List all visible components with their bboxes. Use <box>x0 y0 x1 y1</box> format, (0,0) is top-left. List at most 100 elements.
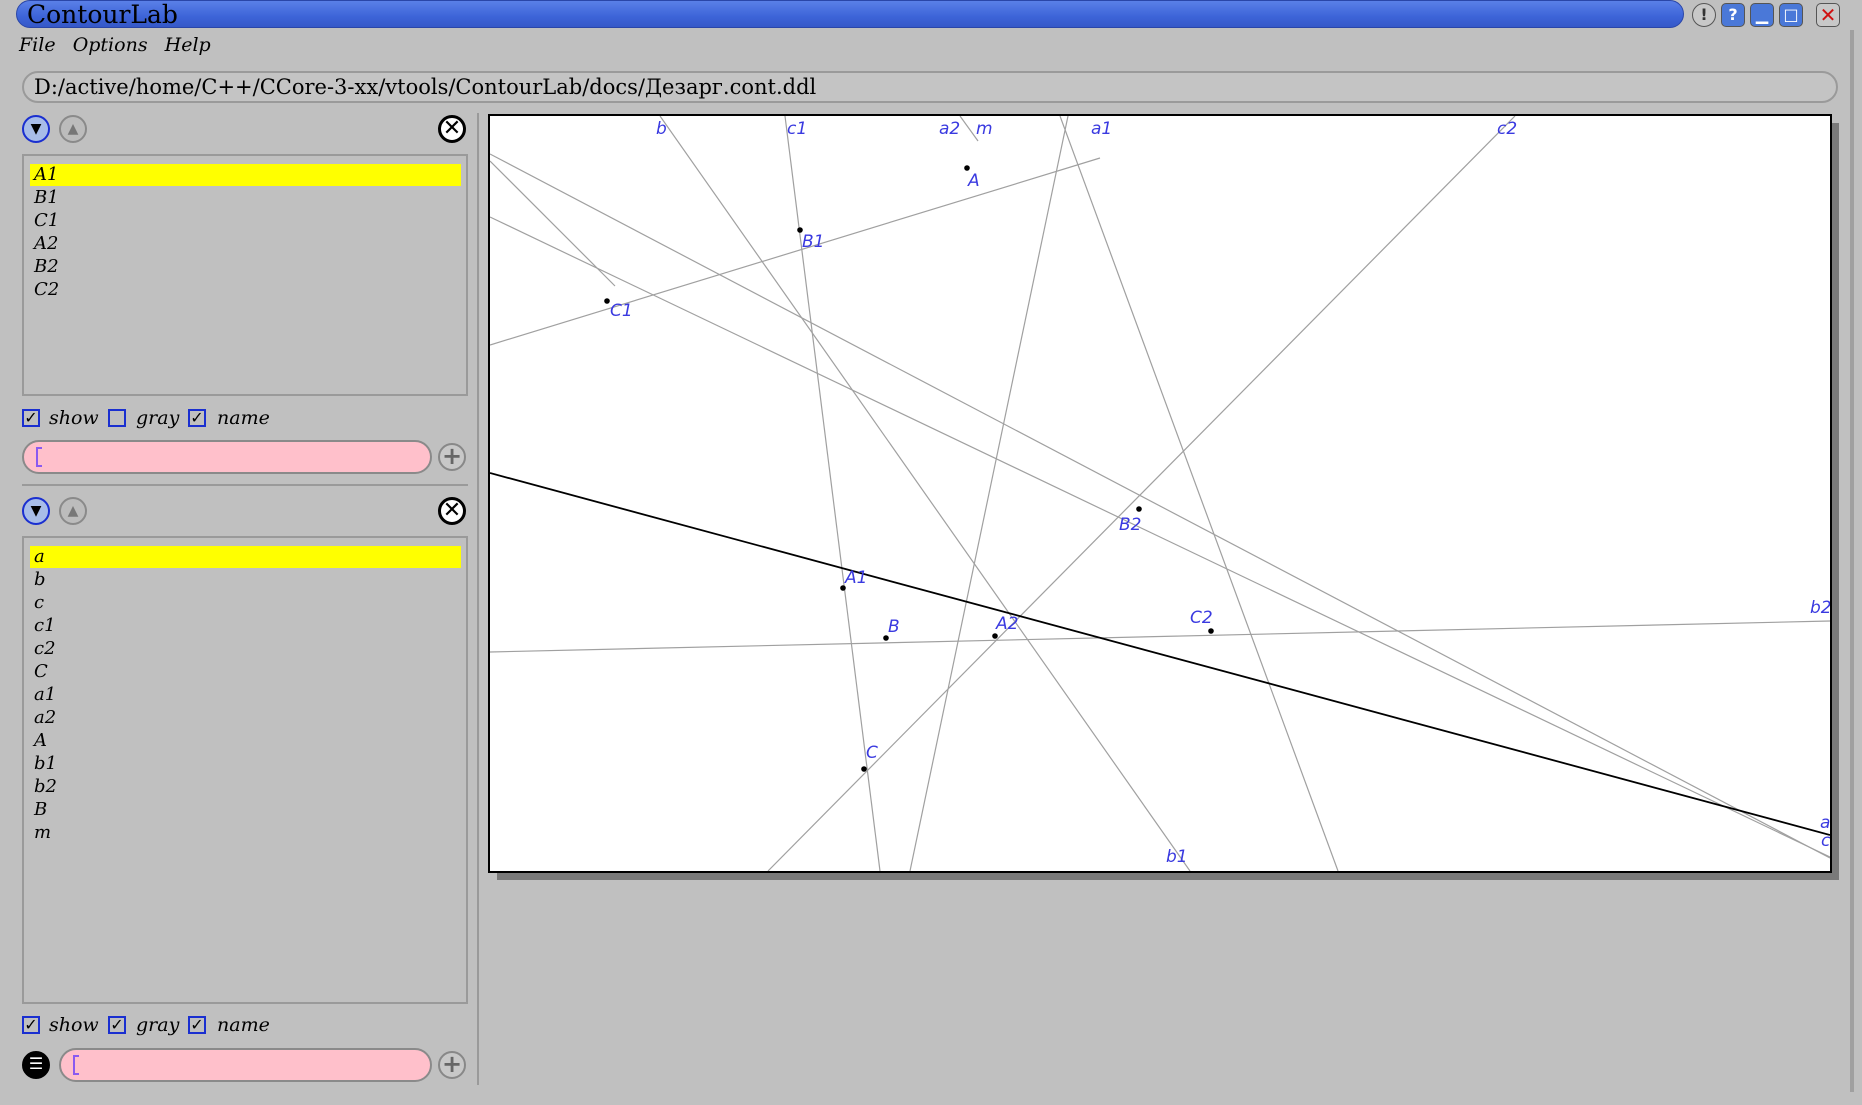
show-label: show <box>49 1014 99 1036</box>
list-item[interactable]: c2 <box>30 638 461 660</box>
close-button[interactable]: ✕ <box>1816 3 1840 27</box>
line-a-through-b1 <box>490 216 1830 858</box>
name-checkbox[interactable]: ✓ <box>188 1016 206 1034</box>
geometry-drawing[interactable]: A B1 C1 B2 A1 B A2 C2 C b c1 a2 m a1 c2 … <box>490 116 1830 871</box>
label-b2: b2 <box>1810 598 1830 618</box>
point-B2[interactable] <box>1136 506 1142 512</box>
line-m-steep <box>909 116 1069 871</box>
list-item[interactable]: C2 <box>30 279 461 301</box>
file-path-bar: D:/active/home/C++/CCore-3-xx/vtools/Con… <box>22 71 1838 103</box>
line-upper-left <box>490 160 616 287</box>
list-item[interactable]: A1 <box>30 164 461 186</box>
name-label: name <box>217 1014 270 1036</box>
gray-label: gray <box>136 407 180 429</box>
points-list[interactable]: A1 B1 C1 A2 B2 C2 <box>22 154 468 396</box>
point-A[interactable] <box>964 165 970 171</box>
list-item[interactable]: B2 <box>30 256 461 278</box>
label-B1: B1 <box>802 232 824 252</box>
list-item[interactable]: C <box>30 661 461 683</box>
line-b2 <box>490 620 1830 653</box>
label-c2: c2 <box>1497 119 1517 139</box>
list-item[interactable]: c1 <box>30 615 461 637</box>
move-up-icon[interactable]: ▲ <box>59 497 87 525</box>
show-checkbox[interactable]: ✓ <box>22 409 40 427</box>
maximize-button[interactable]: □ <box>1779 3 1803 27</box>
add-icon[interactable]: + <box>438 1051 466 1079</box>
line-a2-m <box>1059 116 1339 871</box>
label-m: m <box>976 119 993 139</box>
window-bottom-edge <box>0 1092 1862 1105</box>
help-button[interactable]: ? <box>1721 3 1745 27</box>
label-A2: A2 <box>995 614 1018 634</box>
title-bar[interactable]: ContourLab <box>16 0 1684 28</box>
list-item[interactable]: b1 <box>30 753 461 775</box>
line-m-main <box>490 472 1830 836</box>
formula-menu-icon[interactable]: ☰ <box>22 1051 50 1079</box>
lines-list[interactable]: a b c c1 c2 C a1 a2 A b1 b2 B m <box>22 536 468 1004</box>
list-item[interactable]: a1 <box>30 684 461 706</box>
list-item[interactable]: a2 <box>30 707 461 729</box>
list-item[interactable]: b2 <box>30 776 461 798</box>
label-b: b <box>656 119 667 139</box>
label-C: C <box>866 743 878 763</box>
add-icon[interactable]: + <box>438 443 466 471</box>
label-C2: C2 <box>1190 608 1213 628</box>
label-C1: C1 <box>610 301 633 321</box>
list-item[interactable]: A <box>30 730 461 752</box>
label-B: B <box>888 617 900 637</box>
point-C1[interactable] <box>604 298 610 304</box>
drawing-canvas[interactable]: A B1 C1 B2 A1 B A2 C2 C b c1 a2 m a1 c2 … <box>488 114 1832 873</box>
line-a1 <box>490 157 1101 346</box>
label-a2: a2 <box>939 119 960 139</box>
gray-label: gray <box>136 1014 180 1036</box>
name-checkbox[interactable]: ✓ <box>188 409 206 427</box>
gray-checkbox[interactable]: ✓ <box>108 1016 126 1034</box>
list-item[interactable]: c <box>30 592 461 614</box>
show-label: show <box>49 407 99 429</box>
window-title: ContourLab <box>27 0 178 29</box>
menu-bar: File Options Help <box>19 34 223 58</box>
move-down-icon[interactable]: ▼ <box>22 497 50 525</box>
window-right-edge <box>1850 30 1854 1105</box>
text-cursor-icon <box>73 1055 79 1075</box>
panel-separator <box>22 484 468 486</box>
label-A: A <box>967 171 980 191</box>
text-cursor-icon <box>36 447 42 467</box>
point-C2[interactable] <box>1208 628 1214 634</box>
line-input[interactable] <box>59 1048 432 1082</box>
list-item[interactable]: A2 <box>30 233 461 255</box>
menu-options[interactable]: Options <box>73 34 148 56</box>
menu-help[interactable]: Help <box>165 34 211 56</box>
point-C[interactable] <box>861 766 867 772</box>
delete-icon[interactable]: ✕ <box>438 115 466 143</box>
menu-file[interactable]: File <box>19 34 56 56</box>
move-up-icon[interactable]: ▲ <box>59 115 87 143</box>
label-c1: c1 <box>787 119 807 139</box>
label-A1: A1 <box>844 568 867 588</box>
file-path: D:/active/home/C++/CCore-3-xx/vtools/Con… <box>34 75 817 99</box>
list-item[interactable]: a <box>30 546 461 568</box>
gray-checkbox[interactable] <box>108 409 126 427</box>
minimize-button[interactable]: ▁ <box>1750 3 1774 27</box>
line-b1 <box>659 116 1191 871</box>
label-c: c <box>1821 831 1830 851</box>
list-item[interactable]: B <box>30 799 461 821</box>
list-item[interactable]: C1 <box>30 210 461 232</box>
line-c2 <box>767 116 1516 871</box>
list-item[interactable]: m <box>30 822 461 844</box>
name-label: name <box>217 407 270 429</box>
point-input[interactable] <box>22 440 432 474</box>
delete-icon[interactable]: ✕ <box>438 497 466 525</box>
alert-button[interactable]: ! <box>1692 3 1716 27</box>
label-a: a <box>1820 813 1830 833</box>
point-A2[interactable] <box>992 633 998 639</box>
line-c1-c2 <box>490 153 1830 859</box>
panel-divider[interactable] <box>477 113 479 1085</box>
move-down-icon[interactable]: ▼ <box>22 115 50 143</box>
list-item[interactable]: b <box>30 569 461 591</box>
label-B2: B2 <box>1119 515 1141 535</box>
list-item[interactable]: B1 <box>30 187 461 209</box>
show-checkbox[interactable]: ✓ <box>22 1016 40 1034</box>
label-a1: a1 <box>1091 119 1112 139</box>
label-b1: b1 <box>1166 847 1188 867</box>
